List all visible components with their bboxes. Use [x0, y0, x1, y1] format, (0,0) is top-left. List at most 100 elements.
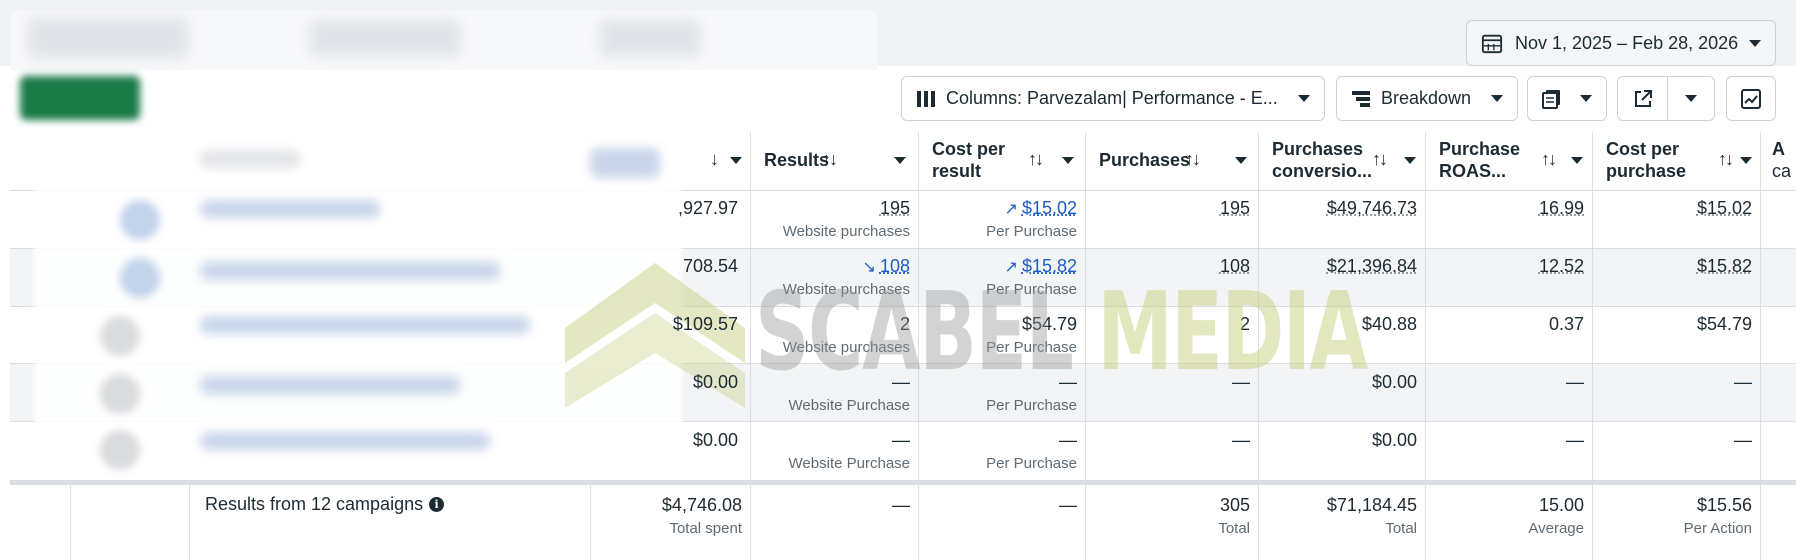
total-purchases-label: Total: [1218, 520, 1250, 537]
cpr-sub-label: Per Purchase: [986, 281, 1077, 298]
blurred-campaign-name[interactable]: [200, 262, 500, 280]
trend-down-icon: ↘: [862, 259, 876, 276]
total-cpp-label: Per Action: [1683, 520, 1752, 537]
sort-desc-icon[interactable]: ↓: [710, 149, 719, 170]
blurred-campaign-name[interactable]: [200, 432, 490, 450]
cpr-value: —: [1059, 372, 1077, 392]
cpr-cell: ↗ $15.02 Per Purchase: [918, 198, 1077, 240]
blurred-toggle[interactable]: [100, 316, 140, 356]
reports-button[interactable]: [1527, 76, 1607, 121]
blurred-tab[interactable]: [310, 20, 460, 56]
results-cell: 195 Website purchases: [750, 198, 910, 240]
sort-icon[interactable]: ↑↓: [1541, 149, 1557, 170]
header-label-line: Purchase: [1439, 139, 1521, 159]
roas-value: 16.99: [1538, 198, 1584, 218]
total-spent: $4,746.08 Total spent: [600, 495, 742, 537]
header-purchase-roas[interactable]: Purchase ROAS... ↑↓: [1425, 132, 1592, 190]
purchases-cell: —: [1085, 430, 1250, 451]
info-icon[interactable]: i: [429, 497, 445, 512]
trend-up-icon: ↗: [1004, 259, 1018, 276]
blurred-text: [200, 150, 300, 168]
roas-cell: 16.99: [1425, 198, 1584, 219]
chevron-down-icon[interactable]: [1235, 157, 1247, 164]
sort-icon[interactable]: ↑↓: [1372, 149, 1388, 170]
sort-icon[interactable]: ↑↓: [1718, 149, 1734, 170]
chevron-down-icon[interactable]: [1404, 157, 1416, 164]
total-cpp: $15.56 Per Action: [1592, 495, 1752, 537]
header-label: Cost per purchase: [1606, 138, 1686, 182]
header-cost-per-purchase[interactable]: Cost per purchase ↑↓: [1592, 132, 1760, 190]
chevron-down-icon[interactable]: [894, 157, 906, 164]
sort-icon[interactable]: ↑↓: [822, 149, 838, 170]
conv-cell: $0.00: [1258, 430, 1417, 451]
chevron-down-icon: [1749, 39, 1761, 47]
blurred-tab[interactable]: [600, 20, 700, 56]
header-label-line: purchase: [1606, 161, 1687, 181]
conv-value: $0.00: [1371, 430, 1417, 450]
chevron-down-icon[interactable]: [1062, 157, 1074, 164]
cpr-sub-label: Per Purchase: [986, 339, 1077, 356]
chevron-down-icon[interactable]: [1571, 157, 1583, 164]
create-button-blurred[interactable]: [20, 76, 140, 120]
cpr-sub-label: Per Purchase: [986, 397, 1077, 414]
export-dropdown[interactable]: [1668, 95, 1714, 102]
trend-up-icon: ↗: [1004, 201, 1018, 218]
results-value[interactable]: 108: [880, 256, 910, 276]
chart-button[interactable]: [1726, 76, 1776, 121]
blurred-tab[interactable]: [28, 18, 188, 58]
blurred-toggle[interactable]: [100, 430, 140, 470]
chevron-down-icon[interactable]: [1740, 157, 1752, 164]
export-icon: [1634, 89, 1652, 107]
columns-label: Columns: Parvezalam| Performance - E...: [946, 88, 1278, 108]
column-divider: [1760, 132, 1761, 560]
results-value: —: [892, 430, 910, 450]
blurred-campaign-name[interactable]: [200, 200, 380, 218]
blurred-toggle[interactable]: [100, 374, 140, 414]
total-results: —: [750, 495, 910, 516]
total-cpr-value: —: [1059, 495, 1077, 515]
cpr-value[interactable]: $15.02: [1022, 198, 1077, 218]
results-sub-label: Website Purchase: [788, 455, 910, 472]
header-results[interactable]: Results ↑↓: [750, 132, 918, 190]
cpr-value[interactable]: $15.82: [1022, 256, 1077, 276]
results-sub-label: Website Purchase: [788, 397, 910, 414]
cpp-value: —: [1734, 372, 1752, 392]
results-value: 195: [879, 198, 910, 218]
purchases-cell: 2: [1085, 314, 1250, 335]
results-summary-label: Results from 12 campaigns: [205, 494, 424, 514]
chevron-down-icon: [1491, 95, 1503, 102]
blurred-campaign-name[interactable]: [200, 376, 460, 394]
conv-cell: $21,396.84: [1258, 256, 1417, 277]
blurred-campaign-name[interactable]: [200, 316, 530, 334]
sort-icon[interactable]: ↑↓: [1185, 149, 1201, 170]
header-label-line: Cost per: [932, 139, 1006, 159]
results-cell: — Website Purchase: [750, 372, 910, 414]
header-label: Purchase ROAS...: [1439, 138, 1520, 182]
reports-icon: [1542, 89, 1560, 109]
date-range-label: Nov 1, 2025 – Feb 28, 2026: [1515, 32, 1739, 53]
total-conversion-label: Total: [1385, 520, 1417, 537]
total-conversion-value: $71,184.45: [1326, 495, 1417, 515]
columns-icon: [917, 90, 935, 107]
export-button[interactable]: [1617, 76, 1715, 121]
columns-button[interactable]: Columns: Parvezalam| Performance - E...: [901, 76, 1325, 121]
purchases-value: —: [1232, 372, 1250, 392]
header-purchases-conversion[interactable]: Purchases conversio... ↑↓: [1258, 132, 1425, 190]
blurred-toggle[interactable]: [120, 258, 160, 298]
roas-value: 0.37: [1548, 314, 1584, 334]
results-cell: 2 Website purchases: [750, 314, 910, 356]
header-purchases[interactable]: Purchases ↑↓: [1085, 132, 1258, 190]
date-range-button[interactable]: Nov 1, 2025 – Feb 28, 2026: [1466, 20, 1776, 66]
sort-icon[interactable]: ↑↓: [1028, 149, 1044, 170]
breakdown-button[interactable]: Breakdown: [1336, 76, 1518, 121]
cpp-cell: —: [1592, 430, 1752, 451]
conv-value: $21,396.84: [1326, 256, 1417, 276]
results-value: —: [892, 372, 910, 392]
blurred-toggle[interactable]: [120, 200, 160, 240]
chevron-down-icon[interactable]: [730, 157, 742, 164]
conv-value: $40.88: [1361, 314, 1417, 334]
header-cost-per-result[interactable]: Cost per result ↑↓: [918, 132, 1085, 190]
cpr-cell: ↗ $15.82 Per Purchase: [918, 256, 1077, 298]
header-extra[interactable]: Aca: [1760, 132, 1796, 190]
export-main[interactable]: [1618, 77, 1668, 120]
